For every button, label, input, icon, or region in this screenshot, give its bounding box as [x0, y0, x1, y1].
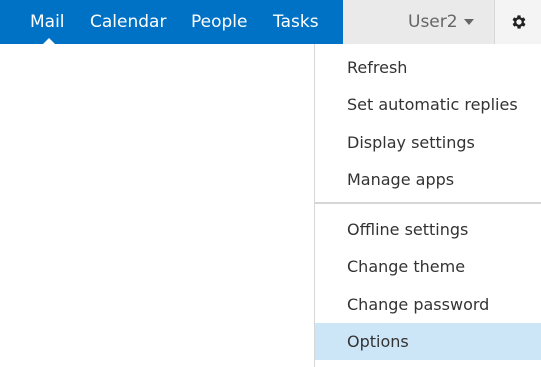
app-navigation: Mail Calendar People Tasks — [0, 0, 343, 44]
menu-item-set-automatic-replies[interactable]: Set automatic replies — [315, 86, 541, 123]
menu-divider — [315, 202, 541, 204]
user-account-button[interactable]: User2 — [343, 0, 494, 44]
menu-item-display-settings[interactable]: Display settings — [315, 124, 541, 161]
nav-tasks[interactable]: Tasks — [273, 0, 319, 44]
settings-dropdown-menu: Refresh Set automatic replies Display se… — [314, 44, 541, 367]
active-tab-indicator — [43, 38, 55, 44]
nav-people[interactable]: People — [191, 0, 247, 44]
menu-item-options[interactable]: Options — [315, 323, 541, 360]
menu-item-offline-settings[interactable]: Offline settings — [315, 211, 541, 248]
settings-button[interactable] — [494, 0, 541, 44]
menu-item-manage-apps[interactable]: Manage apps — [315, 161, 541, 198]
nav-calendar[interactable]: Calendar — [90, 0, 166, 44]
top-navigation-bar: Mail Calendar People Tasks User2 — [0, 0, 541, 44]
menu-item-refresh[interactable]: Refresh — [315, 49, 541, 86]
user-name: User2 — [408, 12, 458, 32]
menu-item-change-theme[interactable]: Change theme — [315, 248, 541, 285]
chevron-down-icon — [464, 19, 474, 25]
menu-item-change-password[interactable]: Change password — [315, 286, 541, 323]
gear-icon — [512, 15, 526, 29]
